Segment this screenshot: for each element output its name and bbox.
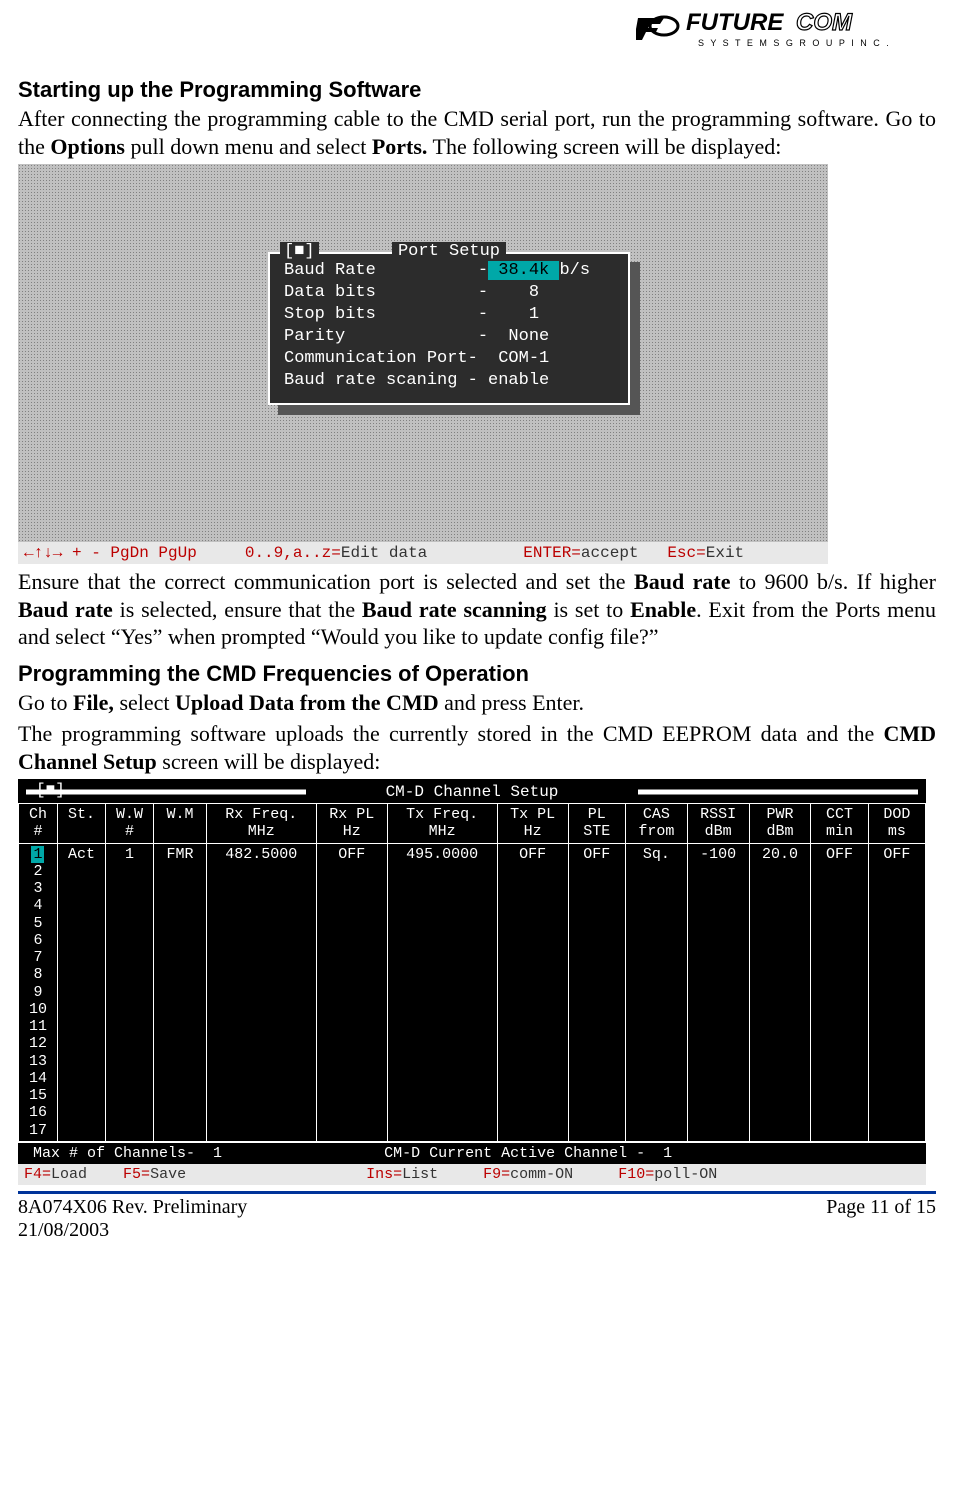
cell[interactable]: OFF: [316, 843, 387, 1141]
cell[interactable]: 1: [106, 843, 154, 1141]
channel-number[interactable]: 15: [29, 1087, 47, 1104]
column-header: PL STE: [568, 804, 625, 844]
column-header: Tx Freq. MHz: [387, 804, 497, 844]
cell[interactable]: 20.0: [749, 843, 811, 1141]
baud-rate-row[interactable]: Baud Rate - 38.4k b/s: [284, 260, 614, 282]
svg-text:COM: COM: [796, 9, 853, 36]
stop-bits-row[interactable]: Stop bits - 1: [284, 304, 614, 326]
baud-rate-value[interactable]: 38.4k: [488, 261, 559, 280]
section-heading-programming: Programming the CMD Frequencies of Opera…: [18, 661, 936, 687]
section-heading-startup: Starting up the Programming Software: [18, 77, 936, 103]
cell[interactable]: Sq.: [625, 843, 687, 1141]
parity-row[interactable]: Parity - None: [284, 326, 614, 348]
doc-revision: 8A074X06 Rev. Preliminary: [18, 1196, 247, 1219]
channel-number[interactable]: 14: [29, 1070, 47, 1087]
channel-table-head: Ch #St.W.W #W.MRx Freq. MHzRx PL HzTx Fr…: [19, 804, 926, 844]
channel-number[interactable]: 6: [33, 932, 42, 949]
com-port-row[interactable]: Communication Port- COM-1: [284, 348, 614, 370]
channel-number[interactable]: 4: [33, 897, 42, 914]
channel-number[interactable]: 3: [33, 880, 42, 897]
paragraph-startup: After connecting the programming cable t…: [18, 105, 936, 160]
cell[interactable]: OFF: [497, 843, 568, 1141]
doc-date: 21/08/2003: [18, 1219, 247, 1242]
channel-number[interactable]: 12: [29, 1035, 47, 1052]
port-setup-screenshot: [■] Port Setup Baud Rate - 38.4k b/s Dat…: [18, 164, 828, 564]
baud-scan-row[interactable]: Baud rate scaning - enable: [284, 370, 614, 392]
port-setup-dialog: [■] Port Setup Baud Rate - 38.4k b/s Dat…: [268, 252, 630, 405]
cell[interactable]: OFF: [811, 843, 868, 1141]
channel-number[interactable]: 9: [33, 984, 42, 1001]
paragraph-upload-1: Go to File, select Upload Data from the …: [18, 689, 936, 717]
cell[interactable]: OFF: [568, 843, 625, 1141]
column-header: Tx PL Hz: [497, 804, 568, 844]
column-header: St.: [57, 804, 105, 844]
column-header: Rx Freq. MHz: [206, 804, 316, 844]
column-header: Ch #: [19, 804, 58, 844]
cell[interactable]: OFF: [868, 843, 925, 1141]
column-header: CAS from: [625, 804, 687, 844]
column-header: PWR dBm: [749, 804, 811, 844]
cell[interactable]: FMR: [154, 843, 207, 1141]
paragraph-upload-2: The programming software uploads the cur…: [18, 720, 936, 775]
channel-number[interactable]: 7: [33, 949, 42, 966]
cell[interactable]: Act: [57, 843, 105, 1141]
channel-number[interactable]: 16: [29, 1104, 47, 1121]
svg-text:FUTURE: FUTURE: [686, 9, 784, 36]
column-header: RSSI dBm: [687, 804, 749, 844]
data-bits-row[interactable]: Data bits - 8: [284, 282, 614, 304]
table-row[interactable]: 1234567891011121314151617Act1FMR482.5000…: [19, 843, 926, 1141]
port-setup-statusbar: ←↑↓→ + - PgDn PgUp 0..9,a..z=Edit data E…: [18, 542, 828, 564]
brand-logo: FUTURE COM S Y S T E M S G R O U P I N C…: [18, 0, 936, 67]
selected-channel[interactable]: 1: [31, 846, 44, 863]
channel-number[interactable]: 5: [33, 915, 42, 932]
channel-number[interactable]: 10: [29, 1001, 47, 1018]
page-footer: 8A074X06 Rev. Preliminary 21/08/2003 Pag…: [18, 1191, 936, 1242]
channel-number[interactable]: 13: [29, 1053, 47, 1070]
channel-number[interactable]: 8: [33, 966, 42, 983]
channel-number[interactable]: 17: [29, 1122, 47, 1139]
svg-text:S Y S T E M S G R O U P I: S Y S T E M S G R O U P I N C .: [698, 38, 891, 48]
channel-setup-screenshot: [■] CM-D Channel Setup Ch #St.W.W #W.MRx…: [18, 779, 926, 1185]
channel-number[interactable]: 11: [29, 1018, 47, 1035]
channel-statusbar: F4=Load F5=Save Ins=List F9=comm-ON F10=…: [18, 1164, 926, 1185]
column-header: Rx PL Hz: [316, 804, 387, 844]
page-number: Page 11 of 15: [826, 1196, 936, 1242]
cell[interactable]: 1234567891011121314151617: [19, 843, 58, 1141]
channel-number[interactable]: 2: [33, 863, 42, 880]
column-header: W.M: [154, 804, 207, 844]
cell[interactable]: 495.0000: [387, 843, 497, 1141]
dialog-title: Port Setup: [270, 242, 628, 261]
paragraph-port-instructions: Ensure that the correct communication po…: [18, 568, 936, 651]
column-header: CCT min: [811, 804, 868, 844]
channel-dialog-title: CM-D Channel Setup: [18, 783, 926, 801]
channel-bottom-info: Max # of Channels- 1 CM-D Current Active…: [18, 1142, 926, 1164]
cell[interactable]: 482.5000: [206, 843, 316, 1141]
cell[interactable]: -100: [687, 843, 749, 1141]
futurecom-logo-icon: FUTURE COM S Y S T E M S G R O U P I N C…: [636, 4, 936, 52]
column-header: W.W #: [106, 804, 154, 844]
channel-table[interactable]: Ch #St.W.W #W.MRx Freq. MHzRx PL HzTx Fr…: [18, 803, 926, 1142]
column-header: DOD ms: [868, 804, 925, 844]
